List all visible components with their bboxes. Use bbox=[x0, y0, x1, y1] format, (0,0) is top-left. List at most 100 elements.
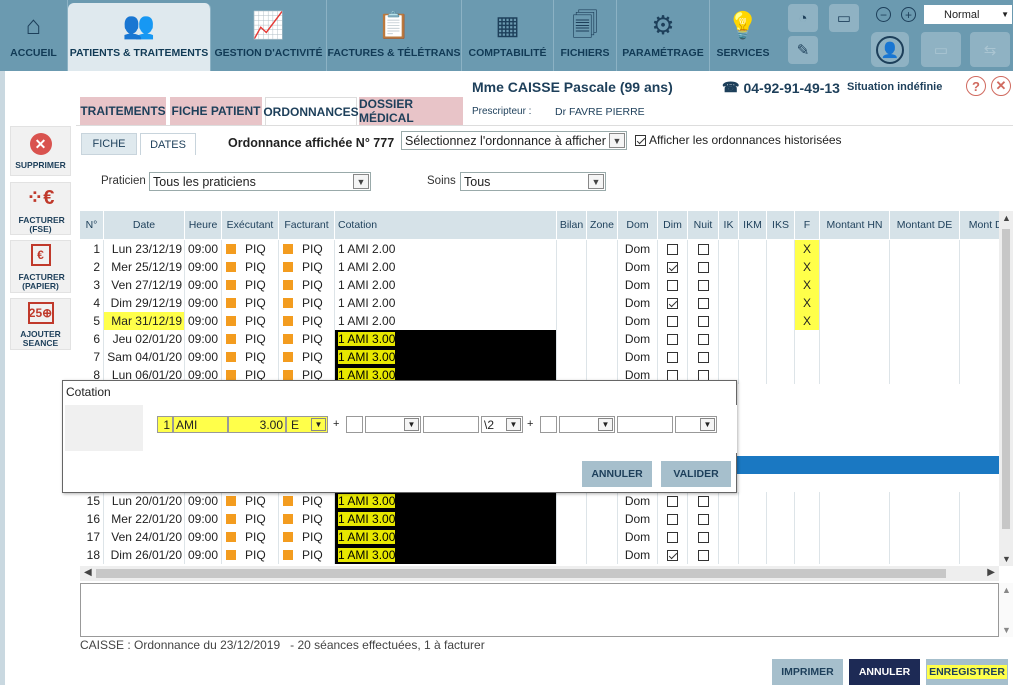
code-input[interactable]: AMI bbox=[173, 416, 228, 433]
column-header[interactable]: Heure bbox=[185, 211, 222, 239]
column-header[interactable]: Montant HN bbox=[820, 211, 890, 239]
nuit-checkbox[interactable] bbox=[697, 279, 709, 291]
annuler-button[interactable]: ANNULER bbox=[849, 659, 920, 685]
praticien-select[interactable]: Tous les praticiens ▼ bbox=[149, 172, 371, 191]
horizontal-scrollbar[interactable]: ◀ ▶ bbox=[80, 566, 999, 581]
divisor-select[interactable]: \2 ▼ bbox=[481, 416, 523, 433]
table-row[interactable]: 6 Jeu 02/01/20 09:00 PIQ PIQ 1 AMI 3.00 Dom bbox=[80, 330, 999, 348]
column-header[interactable]: Mont DD bbox=[960, 211, 999, 239]
dim-checkbox[interactable] bbox=[667, 369, 678, 381]
cell-cotation[interactable]: 1 AMI 3.00 bbox=[335, 546, 557, 564]
column-header[interactable]: Facturant bbox=[279, 211, 335, 239]
table-row[interactable]: 2 Mer 25/12/19 09:00 PIQ PIQ 1 AMI 2.00 Dom X bbox=[80, 258, 999, 276]
cell-cotation[interactable]: 1 AMI 2.00 bbox=[335, 312, 557, 330]
nuit-checkbox[interactable] bbox=[697, 315, 709, 327]
nuit-checkbox[interactable] bbox=[697, 333, 709, 345]
divisor3-select[interactable]: ▼ bbox=[675, 416, 717, 433]
dim-checkbox[interactable] bbox=[667, 333, 678, 345]
user-account-button[interactable]: 👤 bbox=[871, 32, 909, 67]
nuit-checkbox[interactable] bbox=[697, 243, 709, 255]
nuit-checkbox[interactable] bbox=[697, 549, 709, 561]
tab-dossier-medical[interactable]: DOSSIER MÉDICAL bbox=[359, 97, 463, 125]
column-header[interactable]: Montant DE bbox=[890, 211, 960, 239]
close-icon[interactable]: ✕ bbox=[991, 76, 1011, 96]
coefficient3-input[interactable] bbox=[617, 416, 673, 433]
nuit-checkbox[interactable] bbox=[697, 351, 709, 363]
column-header[interactable]: Date bbox=[104, 211, 185, 239]
scroll-up-icon[interactable]: ▲ bbox=[1002, 213, 1011, 223]
dim-checkbox[interactable] bbox=[667, 243, 678, 255]
soins-select[interactable]: Tous ▼ bbox=[460, 172, 606, 191]
pie-chart-button[interactable]: ◔ bbox=[788, 4, 818, 32]
facturer-papier-button[interactable]: € FACTURER (PAPIER) bbox=[10, 240, 71, 293]
coefficient-input[interactable]: 3.00 bbox=[228, 416, 286, 433]
nuit-checkbox[interactable] bbox=[697, 261, 709, 273]
table-row[interactable]: 18 Dim 26/01/20 09:00 PIQ PIQ 1 AMI 3.00 Dom bbox=[80, 546, 999, 564]
scroll-thumb-h[interactable] bbox=[96, 569, 946, 578]
ajouter-seance-button[interactable]: 25⊕ AJOUTER SEANCE bbox=[10, 298, 71, 350]
dialog-validate-button[interactable]: VALIDER bbox=[661, 461, 731, 487]
tab-ordonnances[interactable]: ORDONNANCES bbox=[263, 97, 359, 125]
column-header[interactable]: IKM bbox=[739, 211, 767, 239]
scroll-thumb[interactable] bbox=[1002, 229, 1010, 529]
nav-tab-parametrage[interactable]: ⚙ PARAMÉTRAGE bbox=[617, 0, 710, 71]
quantity3-input[interactable] bbox=[540, 416, 557, 433]
cell-cotation[interactable]: 1 AMI 3.00 bbox=[335, 492, 557, 510]
dialog-cancel-button[interactable]: ANNULER bbox=[582, 461, 652, 487]
scroll-left-icon[interactable]: ◀ bbox=[84, 567, 92, 578]
checkbox[interactable] bbox=[635, 134, 646, 146]
zoom-in-icon[interactable]: + bbox=[901, 7, 916, 22]
column-header[interactable]: F bbox=[795, 211, 820, 239]
dim-checkbox[interactable] bbox=[667, 315, 678, 327]
supprimer-button[interactable]: ✕ SUPPRIMER bbox=[10, 126, 71, 176]
table-row[interactable]: 5 Mar 31/12/19 09:00 PIQ PIQ 1 AMI 2.00 Dom X bbox=[80, 312, 999, 330]
column-header[interactable]: Exécutant bbox=[222, 211, 279, 239]
zoom-out-icon[interactable]: − bbox=[876, 7, 891, 22]
cell-cotation[interactable]: 1 AMI 2.00 bbox=[335, 240, 557, 258]
column-header[interactable]: Nuit bbox=[688, 211, 719, 239]
comment-scrollbar[interactable]: ▲ ▼ bbox=[999, 583, 1013, 637]
nuit-checkbox[interactable] bbox=[697, 369, 709, 381]
nuit-checkbox[interactable] bbox=[697, 531, 709, 543]
imprimer-button[interactable]: IMPRIMER bbox=[772, 659, 843, 685]
quantity-input[interactable]: 1 bbox=[157, 416, 173, 433]
table-row[interactable]: 7 Sam 04/01/20 09:00 PIQ PIQ 1 AMI 3.00 Dom bbox=[80, 348, 999, 366]
column-header[interactable]: Dom bbox=[618, 211, 658, 239]
column-header[interactable]: Zone bbox=[587, 211, 618, 239]
coefficient2-input[interactable] bbox=[423, 416, 479, 433]
tab-fiche[interactable]: FICHE bbox=[81, 133, 137, 155]
ordonnance-select[interactable]: Sélectionnez l'ordonnance à afficher ▼ bbox=[401, 131, 627, 150]
scroll-up-icon[interactable]: ▲ bbox=[1002, 585, 1011, 595]
nuit-checkbox[interactable] bbox=[697, 513, 709, 525]
dim-checkbox[interactable] bbox=[667, 351, 678, 363]
facturer-fse-button[interactable]: ⁘€ FACTURER (FSE) bbox=[10, 182, 71, 235]
dim-checkbox[interactable] bbox=[667, 549, 678, 561]
nav-tab-patients[interactable]: 👥 PATIENTS & TRAITEMENTS bbox=[68, 3, 211, 71]
table-row[interactable]: 4 Dim 29/12/19 09:00 PIQ PIQ 1 AMI 2.00 Dom X bbox=[80, 294, 999, 312]
dim-checkbox[interactable] bbox=[667, 261, 678, 273]
table-row[interactable]: 17 Ven 24/01/20 09:00 PIQ PIQ 1 AMI 3.00 Dom bbox=[80, 528, 999, 546]
cell-cotation[interactable]: 1 AMI 3.00 bbox=[335, 528, 557, 546]
column-header[interactable]: N° bbox=[80, 211, 104, 239]
nav-tab-factures[interactable]: 📋 FACTURES & TÉLÉTRANS bbox=[327, 0, 462, 71]
column-header[interactable]: Bilan bbox=[557, 211, 587, 239]
column-header[interactable]: Cotation bbox=[335, 211, 557, 239]
tab-dates[interactable]: DATES bbox=[140, 133, 196, 155]
nav-tab-comptabilite[interactable]: ▦ COMPTABILITÉ bbox=[462, 0, 554, 71]
column-header[interactable]: IK bbox=[719, 211, 739, 239]
enregistrer-button[interactable]: ENREGISTRER bbox=[926, 659, 1008, 685]
dim-checkbox[interactable] bbox=[667, 531, 678, 543]
show-history-checkbox[interactable]: Afficher les ordonnances historisées bbox=[635, 133, 842, 147]
nuit-checkbox[interactable] bbox=[697, 495, 709, 507]
nuit-checkbox[interactable] bbox=[697, 297, 709, 309]
cell-cotation[interactable]: 1 AMI 2.00 bbox=[335, 294, 557, 312]
help-icon[interactable]: ? bbox=[966, 76, 986, 96]
dim-checkbox[interactable] bbox=[667, 495, 678, 507]
table-row[interactable]: 1 Lun 23/12/19 09:00 PIQ PIQ 1 AMI 2.00 Dom X bbox=[80, 240, 999, 258]
nav-tab-fichiers[interactable]: 🗐 FICHIERS bbox=[554, 0, 617, 71]
vitale-card-button[interactable]: ▭ bbox=[921, 32, 961, 67]
code2-select[interactable]: ▼ bbox=[365, 416, 421, 433]
cell-cotation[interactable]: 1 AMI 2.00 bbox=[335, 276, 557, 294]
mode-select[interactable]: Normal ▼ bbox=[924, 5, 1012, 24]
comment-textarea[interactable] bbox=[80, 583, 999, 637]
